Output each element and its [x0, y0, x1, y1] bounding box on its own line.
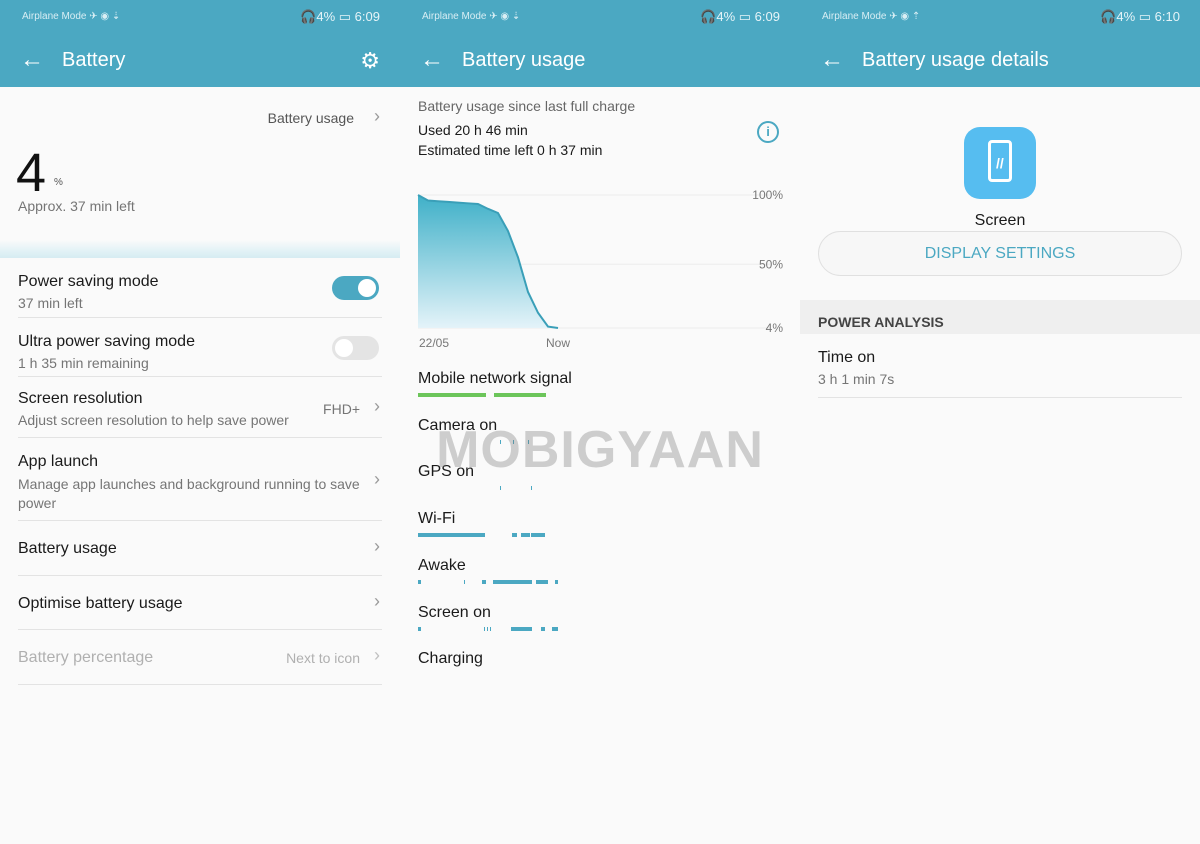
timeline-segment — [530, 486, 532, 491]
time-left: Approx. 37 min left — [18, 198, 135, 214]
timeline-segment — [418, 393, 487, 397]
timeline-segment — [521, 533, 530, 538]
chevron-right-icon: › — [374, 645, 380, 665]
y-tick-label: 4% — [766, 321, 784, 335]
used-time: Used 20 h 46 min — [418, 122, 528, 138]
item-optimise[interactable]: Optimise battery usage — [18, 595, 183, 613]
resolution-value: FHD+ — [323, 401, 360, 417]
status-left: Airplane Mode ✈ ◉ ⇡ — [822, 11, 921, 22]
timeline-segment — [541, 626, 546, 631]
chevron-right-icon: › — [374, 396, 380, 416]
section-title: POWER ANALYSIS — [818, 314, 944, 330]
item-power-saving-title: Power saving mode — [18, 273, 159, 290]
chevron-right-icon[interactable]: › — [374, 106, 380, 127]
status-right: 🎧4% ▭ 6:10 — [1100, 9, 1180, 24]
timeline-segment — [483, 626, 485, 631]
timeline-segment — [418, 533, 486, 538]
chevron-right-icon: › — [374, 591, 380, 611]
timeline-segment — [531, 533, 546, 538]
item-app-launch-title[interactable]: App launch — [18, 453, 98, 471]
battery-details-screen: Airplane Mode ✈ ◉ ⇡ 🎧4% ▭ 6:10 ← Battery… — [800, 0, 1200, 844]
app-bar: Airplane Mode ✈ ◉ ⇡ 🎧4% ▭ 6:10 ← Battery… — [800, 0, 1200, 87]
timeline-label: Wi-Fi — [418, 510, 456, 528]
battery-chart: 100% 50% 4% 22/05 Now — [417, 188, 784, 350]
battery-unit: % — [54, 177, 63, 188]
item-battery-percentage[interactable]: Battery percentage — [18, 649, 153, 667]
timeline-segment — [487, 626, 489, 631]
timeline-label: Charging — [418, 650, 483, 668]
time-on-label: Time on — [818, 349, 876, 366]
battery-level: 4 — [16, 143, 47, 203]
section-header: POWER ANALYSIS — [800, 300, 1200, 334]
power-saving-toggle[interactable] — [332, 276, 379, 300]
battery-screen: Airplane Mode ✈ ◉ ⇣ 🎧4% ▭ 6:09 ← Battery… — [0, 0, 400, 844]
timeline-segment — [481, 579, 487, 584]
page-title: Battery — [62, 49, 126, 71]
chevron-right-icon: › — [374, 536, 380, 556]
wave-decoration — [0, 240, 400, 258]
item-battery-usage[interactable]: Battery usage — [18, 540, 117, 558]
item-app-launch-sub: Manage app launches and background runni… — [18, 476, 360, 511]
timeline-segment — [418, 579, 421, 584]
back-arrow-icon[interactable]: ← — [420, 46, 444, 74]
item-resolution-sub: Adjust screen resolution to help save po… — [18, 412, 289, 428]
y-tick-label: 50% — [759, 257, 783, 271]
timeline-segment — [535, 579, 549, 584]
status-left: Airplane Mode ✈ ◉ ⇣ — [22, 11, 121, 22]
timeline-segment — [552, 626, 558, 631]
status-right: 🎧4% ▭ 6:09 — [300, 9, 380, 24]
timeline-segment — [510, 626, 532, 631]
time-on-value: 3 h 1 min 7s — [818, 371, 895, 387]
item-power-saving-sub: 37 min left — [18, 295, 83, 311]
app-bar: Airplane Mode ✈ ◉ ⇣ 🎧4% ▭ 6:09 ← Battery… — [0, 0, 400, 87]
timeline-label: Mobile network signal — [418, 370, 572, 387]
timeline-label: Awake — [418, 556, 466, 574]
item-ultra-sub: 1 h 35 min remaining — [18, 355, 149, 371]
item-ultra-title: Ultra power saving mode — [18, 333, 195, 350]
watermark-logo: MOBIGYAAN — [436, 421, 764, 479]
battery-usage-screen: Airplane Mode ✈ ◉ ⇣ 🎧4% ▭ 6:09 ← Battery… — [400, 0, 800, 844]
usage-since: Battery usage since last full charge — [418, 98, 636, 114]
y-tick-label: 100% — [752, 188, 783, 202]
page-title: Battery usage details — [862, 49, 1049, 71]
timeline-segment — [511, 533, 517, 538]
timeline-segment — [494, 393, 546, 397]
app-bar: Airplane Mode ✈ ◉ ⇣ 🎧4% ▭ 6:09 ← Battery… — [400, 0, 800, 87]
estimated-time: Estimated time left 0 h 37 min — [418, 142, 603, 158]
x-tick-label: 22/05 — [419, 336, 449, 350]
chevron-right-icon: › — [374, 469, 380, 489]
timeline-segment — [555, 579, 558, 584]
ultra-power-saving-toggle[interactable] — [332, 336, 379, 360]
battery-usage-link[interactable]: Battery usage — [268, 110, 354, 126]
battery-percentage-value: Next to icon — [286, 650, 360, 666]
battery-area — [418, 195, 558, 328]
x-tick-label: Now — [546, 336, 570, 350]
info-icon[interactable]: i — [757, 121, 779, 143]
item-resolution-title[interactable]: Screen resolution — [18, 390, 143, 408]
back-arrow-icon[interactable]: ← — [20, 46, 44, 74]
status-right: 🎧4% ▭ 6:09 — [700, 9, 780, 24]
page-title: Battery usage — [462, 49, 586, 71]
back-arrow-icon[interactable]: ← — [820, 46, 844, 74]
timeline-segment — [418, 626, 421, 631]
app-name: Screen — [974, 212, 1026, 229]
timeline-label: Screen on — [418, 603, 491, 621]
timeline-segment — [500, 486, 502, 491]
timeline-segment — [493, 579, 532, 584]
timeline-segment — [490, 626, 492, 631]
display-settings-button[interactable]: DISPLAY SETTINGS — [818, 231, 1182, 276]
phone-screen-icon: // — [964, 127, 1036, 199]
timeline-segment — [464, 579, 466, 584]
status-left: Airplane Mode ✈ ◉ ⇣ — [422, 11, 521, 22]
gear-icon[interactable]: ⚙ — [360, 48, 380, 74]
